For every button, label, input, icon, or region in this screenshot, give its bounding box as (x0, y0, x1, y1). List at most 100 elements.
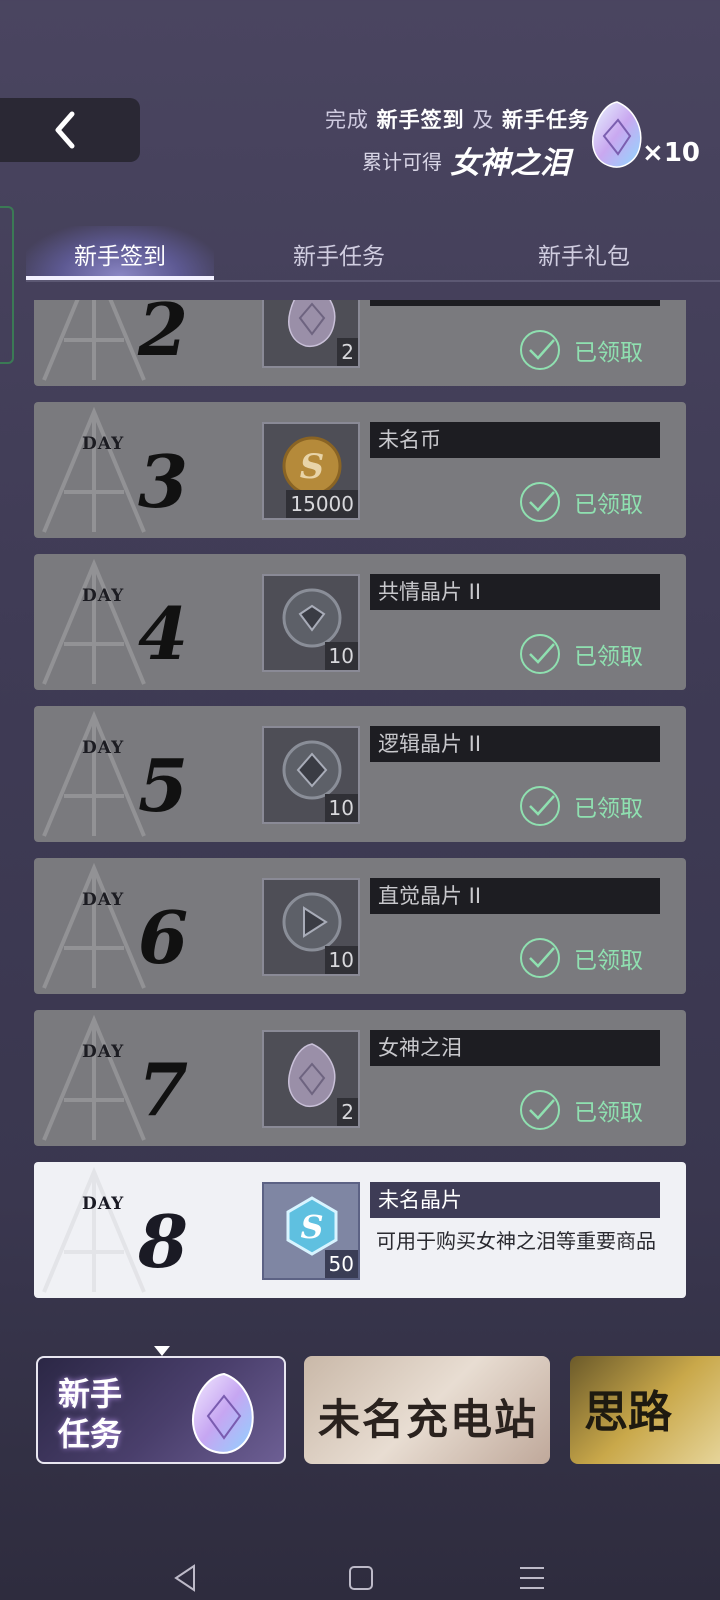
claimed-status: 已领取 (518, 632, 643, 676)
reward-quantity: 10 (324, 946, 358, 974)
signin-card-day-5[interactable]: DAY 5 10 逻辑晶片 II 已领取 (34, 706, 686, 842)
tab-divider (26, 280, 720, 282)
tab-signin-label: 新手签到 (74, 244, 166, 270)
reward-item-box[interactable]: 2 (262, 300, 360, 368)
claimed-label: 已领取 (574, 796, 643, 822)
reward-name: 逻辑晶片 II (370, 726, 660, 762)
reward-quantity: 15000 (286, 490, 358, 518)
signin-card-day-7[interactable]: DAY 7 2 女神之泪 已领取 (34, 1010, 686, 1146)
reward-item-box[interactable]: S 15000 (262, 422, 360, 520)
reward-quantity: 2 (337, 338, 358, 366)
banner-charging-station-label: 未名充电站 (318, 1395, 539, 1444)
reward-name: 直觉晶片 II (370, 878, 660, 914)
reward-item-box[interactable]: 2 (262, 1030, 360, 1128)
reward-item-box[interactable]: 10 (262, 574, 360, 672)
tab-tasks[interactable]: 新手任务 (214, 226, 464, 282)
day-number: 8 (138, 1199, 189, 1284)
day-label: DAY (82, 890, 125, 910)
checkmark-circle-icon (520, 786, 560, 826)
signin-card-day-8[interactable]: DAY 8 S 50 未名晶片 可用于购买女神之泪等重要商品 (34, 1162, 686, 1298)
signin-list[interactable]: 2 2 已领取 DAY 3 S 15000 未名币 已领取 DAY 4 10 共… (34, 300, 686, 1320)
reward-quantity: 10 (324, 642, 358, 670)
day-number: 7 (138, 1047, 189, 1132)
checkmark-circle-icon (520, 634, 560, 674)
nav-menu-button[interactable] (512, 1558, 552, 1598)
claimed-label: 已领取 (574, 644, 643, 670)
day-number: 6 (138, 895, 189, 980)
banner-thoughts-label: 思路 (584, 1387, 672, 1438)
banner-newbie-tasks-label: 新手 任务 (58, 1375, 123, 1453)
promo-reward-name: 女神之泪 (450, 146, 570, 181)
promo-reward-count: ×10 (642, 138, 700, 168)
reward-quantity: 2 (337, 1098, 358, 1126)
chevron-left-icon (55, 111, 75, 149)
day-number: 4 (138, 591, 189, 676)
reward-description: 可用于购买女神之泪等重要商品 (376, 1229, 656, 1253)
tab-gifts-label: 新手礼包 (538, 244, 630, 270)
checkmark-circle-icon (520, 330, 560, 370)
nav-home-button[interactable] (340, 1558, 380, 1598)
svg-text:S: S (300, 447, 325, 487)
reward-name: 未名晶片 (370, 1182, 660, 1218)
tab-bar: 新手签到 新手任务 新手礼包 (26, 226, 720, 282)
menu-icon (520, 1567, 544, 1589)
system-nav-bar (0, 1550, 720, 1600)
side-handle[interactable] (0, 206, 14, 364)
claimed-status: 已领取 (518, 936, 643, 980)
promo-banner: 完成 新手签到 及 新手任务 累计可得 女神之泪 ×10 (280, 96, 700, 196)
tab-signin[interactable]: 新手签到 (26, 226, 214, 282)
reward-name: 女神之泪 (370, 1030, 660, 1066)
day-number: 3 (138, 439, 189, 524)
signin-card-day-4[interactable]: DAY 4 10 共情晶片 II 已领取 (34, 554, 686, 690)
signin-card-day-2[interactable]: 2 2 已领取 (34, 300, 686, 386)
promo-line-1: 完成 新手签到 及 新手任务 (325, 104, 590, 134)
promo-task-b: 新手任务 (502, 108, 590, 132)
banner-charging-station[interactable]: 未名充电站 (304, 1356, 550, 1464)
checkmark-circle-icon (520, 1090, 560, 1130)
promo-joiner: 及 (472, 108, 495, 132)
day-label: DAY (82, 738, 125, 758)
square-home-icon (349, 1566, 373, 1590)
tab-gifts[interactable]: 新手礼包 (464, 226, 704, 282)
signin-card-day-6[interactable]: DAY 6 10 直觉晶片 II 已领取 (34, 858, 686, 994)
claimed-label: 已领取 (574, 492, 643, 518)
triangle-back-icon (174, 1564, 195, 1592)
reward-name: 共情晶片 II (370, 574, 660, 610)
promo-line-2: 累计可得 女神之泪 (362, 138, 570, 182)
claimed-label: 已领取 (574, 1100, 643, 1126)
day-label: DAY (82, 586, 125, 606)
nav-back-button[interactable] (166, 1558, 206, 1598)
goddess-tear-gem-icon (192, 1372, 254, 1454)
banner-thoughts[interactable]: 思路 (570, 1356, 720, 1464)
selected-banner-caret (154, 1346, 170, 1356)
claimed-status: 已领取 (518, 1088, 643, 1132)
claimed-status: 已领取 (518, 784, 643, 828)
banner-newbie-tasks[interactable]: 新手 任务 (36, 1356, 286, 1464)
svg-text:S: S (300, 1208, 323, 1246)
reward-name: 未名币 (370, 422, 660, 458)
promo-task-a: 新手签到 (376, 108, 465, 132)
tab-tasks-label: 新手任务 (293, 244, 385, 270)
day-label: DAY (82, 1194, 125, 1214)
promo-line2-prefix: 累计可得 (362, 149, 442, 174)
reward-item-box[interactable]: 10 (262, 878, 360, 976)
claimed-status: 已领取 (518, 328, 643, 372)
day-label: DAY (82, 1042, 125, 1062)
claimed-label: 已领取 (574, 948, 643, 974)
reward-name (370, 300, 660, 306)
promo-prefix: 完成 (324, 108, 369, 132)
claimed-status: 已领取 (518, 480, 643, 524)
day-label: DAY (82, 434, 125, 454)
claimed-label: 已领取 (574, 340, 643, 366)
day-number: 5 (138, 743, 189, 828)
reward-item-box[interactable]: 10 (262, 726, 360, 824)
reward-quantity: 10 (324, 794, 358, 822)
checkmark-circle-icon (520, 482, 560, 522)
banner-carousel[interactable]: 新手 任务 未名充电站 思路 (34, 1356, 720, 1466)
day-number: 2 (138, 300, 189, 372)
reward-quantity: 50 (324, 1250, 358, 1278)
back-button[interactable] (0, 98, 140, 162)
reward-item-box[interactable]: S 50 (262, 1182, 360, 1280)
checkmark-circle-icon (520, 938, 560, 978)
signin-card-day-3[interactable]: DAY 3 S 15000 未名币 已领取 (34, 402, 686, 538)
